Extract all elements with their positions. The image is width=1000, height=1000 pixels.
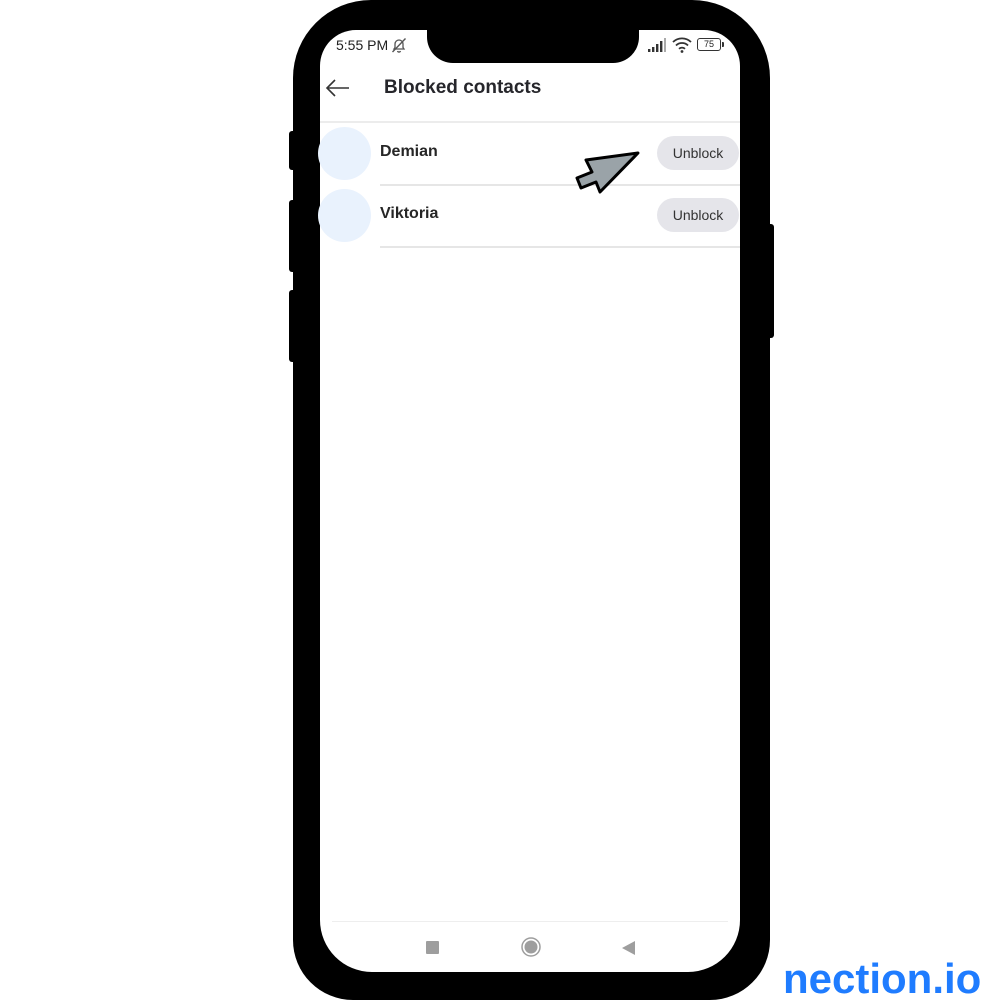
contact-name: Viktoria bbox=[380, 205, 439, 222]
unblock-button[interactable]: Unblock bbox=[657, 136, 739, 170]
cellular-signal-icon bbox=[648, 38, 666, 52]
contact-row: Demian Unblock bbox=[318, 122, 740, 186]
battery-indicator: 75 bbox=[697, 38, 724, 51]
phone-notch bbox=[427, 20, 639, 63]
pointer-cursor-icon bbox=[575, 151, 640, 194]
status-time: 5:55 PM bbox=[336, 37, 389, 53]
watermark-brand: nection.io bbox=[783, 955, 982, 1000]
wifi-icon bbox=[672, 37, 692, 53]
contact-name: Demian bbox=[380, 143, 438, 160]
square-icon[interactable] bbox=[426, 941, 439, 954]
row-divider bbox=[380, 246, 740, 248]
contact-row: Viktoria Unblock bbox=[318, 184, 740, 248]
arrow-left-icon[interactable] bbox=[325, 78, 351, 98]
unblock-button[interactable]: Unblock bbox=[657, 198, 739, 232]
avatar[interactable] bbox=[318, 189, 371, 242]
nav-divider bbox=[332, 921, 728, 922]
page-title: Blocked contacts bbox=[384, 77, 542, 98]
circle-home-icon[interactable] bbox=[521, 937, 541, 957]
bell-off-icon bbox=[391, 38, 407, 53]
avatar[interactable] bbox=[318, 127, 371, 180]
triangle-back-icon[interactable] bbox=[621, 940, 636, 956]
